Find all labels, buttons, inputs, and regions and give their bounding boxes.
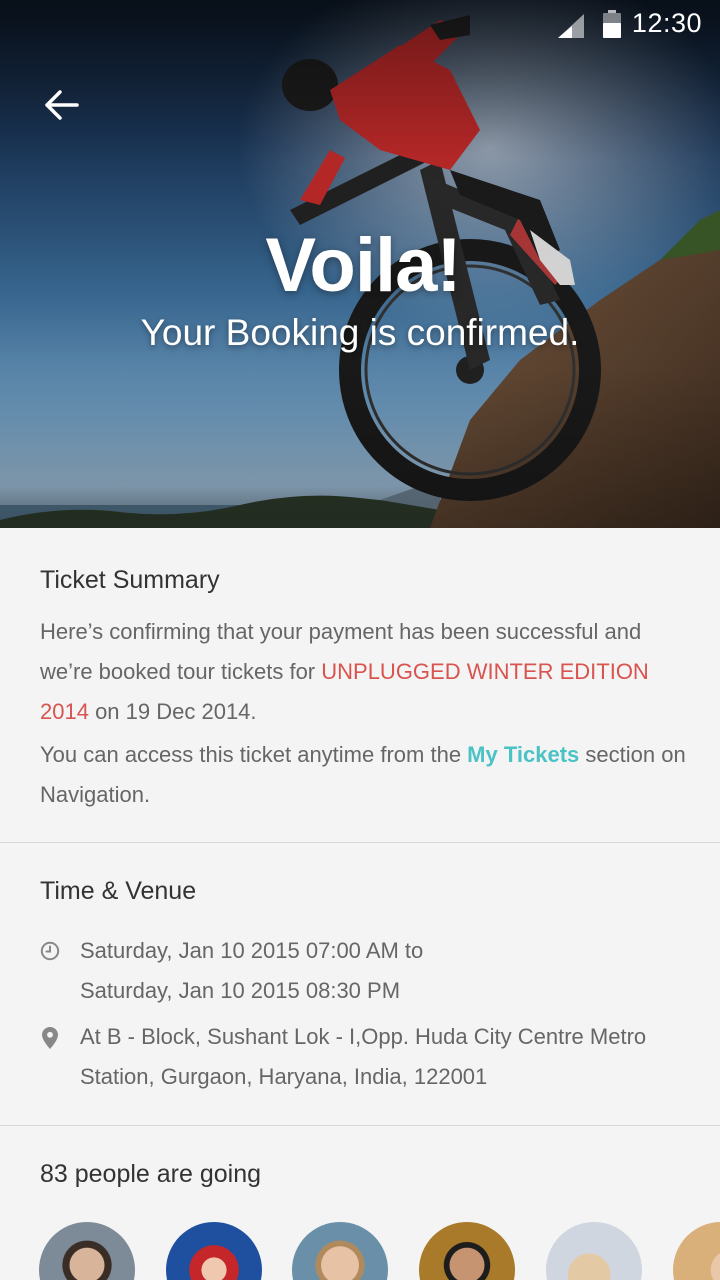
access-text-intro: You can access this ticket anytime from … — [40, 742, 468, 767]
page-title: Voila! — [265, 223, 461, 308]
back-button[interactable] — [36, 80, 86, 130]
avatar[interactable] — [292, 1222, 388, 1280]
divider — [0, 1125, 720, 1126]
status-bar: 12:30 — [0, 0, 720, 48]
avatar[interactable] — [166, 1222, 262, 1280]
event-address: At B - Block, Sushant Lok - I,Opp. Huda … — [80, 1024, 647, 1089]
hero-banner: 12:30 Voila! Your Booking is confirmed. — [0, 0, 720, 528]
divider — [0, 842, 720, 843]
avatar[interactable] — [673, 1222, 720, 1280]
event-time-end: Saturday, Jan 10 2015 08:30 PM — [80, 978, 401, 1003]
ticket-summary-heading: Ticket Summary — [40, 566, 220, 594]
my-tickets-link[interactable]: My Tickets — [467, 742, 579, 767]
location-pin-icon — [42, 1027, 58, 1049]
ticket-summary-text: Here’s confirming that your payment has … — [40, 612, 690, 732]
signal-icon — [558, 14, 584, 38]
summary-text-date: on 19 Dec 2014. — [88, 699, 257, 724]
arrow-left-icon — [45, 90, 79, 120]
avatar[interactable] — [419, 1222, 515, 1280]
avatar[interactable] — [39, 1222, 135, 1280]
avatar[interactable] — [546, 1222, 642, 1280]
clock-icon — [40, 941, 60, 961]
event-time: Saturday, Jan 10 2015 07:00 AM to Saturd… — [80, 931, 700, 1011]
status-time: 12:30 — [631, 8, 702, 38]
battery-icon — [603, 10, 621, 38]
time-venue-heading: Time & Venue — [40, 877, 197, 905]
ticket-access-text: You can access this ticket anytime from … — [40, 735, 690, 815]
attendee-avatars — [0, 1222, 720, 1280]
page-subtitle: Your Booking is confirmed. — [140, 312, 580, 353]
attendees-heading: 83 people are going — [40, 1160, 262, 1188]
event-time-start: Saturday, Jan 10 2015 07:00 AM to — [80, 938, 424, 963]
